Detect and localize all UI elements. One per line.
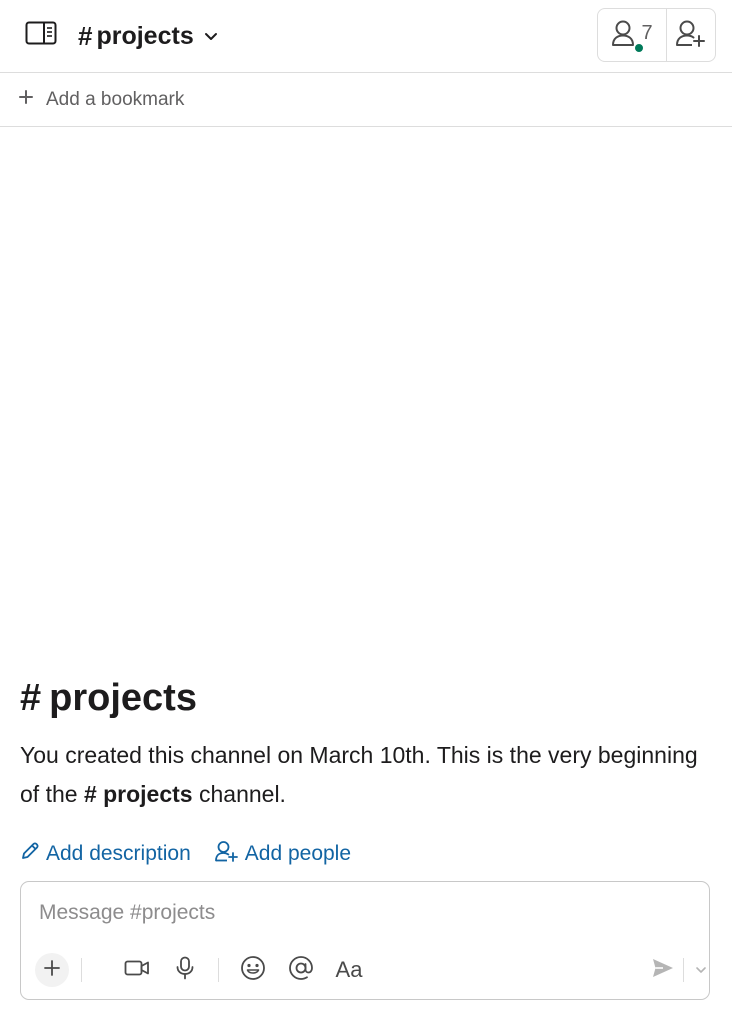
video-clip-button[interactable] xyxy=(119,952,155,988)
video-icon xyxy=(124,958,150,983)
member-controls: 7 xyxy=(597,8,716,62)
microphone-icon xyxy=(175,956,195,985)
channel-intro: # projects You created this channel on M… xyxy=(20,670,710,814)
toolbar-divider xyxy=(81,958,82,982)
intro-text-end: channel. xyxy=(192,781,286,807)
sidebar-toggle-button[interactable] xyxy=(24,21,58,49)
message-input[interactable] xyxy=(39,898,679,928)
intro-description: You created this channel on March 10th. … xyxy=(20,736,700,814)
add-description-label: Add description xyxy=(46,842,191,865)
intro-channel-ref[interactable]: # projects xyxy=(84,781,193,807)
channel-header: # projects 7 xyxy=(0,0,732,73)
message-composer: Aa xyxy=(20,881,710,1000)
audio-clip-button[interactable] xyxy=(167,952,203,988)
send-icon xyxy=(651,957,675,984)
add-description-button[interactable]: Add description xyxy=(20,841,191,867)
pencil-icon xyxy=(20,841,40,867)
intro-hash: # xyxy=(20,676,42,719)
formatting-icon: Aa xyxy=(335,957,363,982)
add-people-label: Add people xyxy=(244,842,352,865)
person-add-icon xyxy=(676,19,706,52)
member-count: 7 xyxy=(641,21,653,44)
sidebar-panel-icon xyxy=(25,21,57,50)
intro-title: # projects xyxy=(20,670,710,726)
plus-icon xyxy=(43,959,61,982)
add-bookmark-label: Add a bookmark xyxy=(46,89,185,110)
composer-toolbar: Aa xyxy=(33,952,706,988)
send-button[interactable] xyxy=(645,952,681,988)
channel-hash: # xyxy=(78,20,93,51)
person-add-icon xyxy=(214,840,239,868)
chevron-down-icon xyxy=(695,961,707,979)
online-status-dot xyxy=(634,43,644,53)
emoji-button[interactable] xyxy=(235,952,271,988)
intro-channel-name: projects xyxy=(49,676,197,719)
channel-name-button[interactable]: # projects xyxy=(78,16,218,56)
add-people-button[interactable]: Add people xyxy=(214,840,352,868)
bookmark-bar: Add a bookmark xyxy=(0,73,732,127)
toolbar-divider xyxy=(218,958,219,982)
plus-icon xyxy=(18,89,34,111)
attach-button[interactable] xyxy=(35,953,69,987)
channel-name: projects xyxy=(96,21,194,50)
chevron-down-icon xyxy=(204,32,218,42)
send-options-button[interactable] xyxy=(686,952,716,988)
mention-icon xyxy=(288,955,314,986)
formatting-button[interactable]: Aa xyxy=(331,952,367,988)
members-button[interactable]: 7 xyxy=(598,9,667,61)
intro-actions: Add description Add people xyxy=(20,838,351,870)
toolbar-divider xyxy=(683,958,684,982)
add-bookmark-button[interactable]: Add a bookmark xyxy=(18,85,184,115)
add-member-button[interactable] xyxy=(667,9,715,61)
slack-channel-view: # projects 7 Add a bookmark # projects Y… xyxy=(0,0,732,1016)
emoji-icon xyxy=(240,955,266,986)
mention-button[interactable] xyxy=(283,952,319,988)
